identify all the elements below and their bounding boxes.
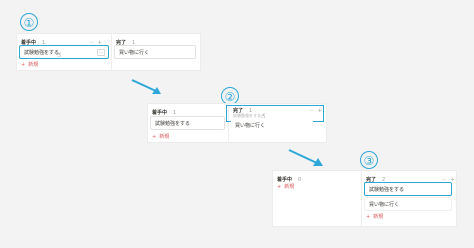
card-title: 買い物に行く — [369, 202, 400, 208]
card-shopping[interactable]: 買い物に行く — [364, 197, 452, 211]
board-panel-1: 着手中 1 ⋯ + 試験勉強をする ⋯ ☝ + 新規 完了 1 買い物に行く — [17, 34, 200, 70]
card-study[interactable]: 試験勉強をする ⋯ — [19, 45, 109, 59]
arrow-2-icon — [288, 149, 323, 166]
new-item-button[interactable]: + 新規 — [152, 133, 169, 141]
column-in-progress: 着手中 0 + 新規 — [273, 171, 360, 226]
plus-icon: + — [277, 184, 282, 190]
column-done: 完了 2 ⋯ + 試験勉強をする 買い物に行く + 新規 — [361, 171, 457, 226]
step-1-label: ① — [20, 13, 38, 31]
step-2-label: ② — [221, 87, 239, 105]
column-done: 完了 1 買い物に行く — [111, 34, 201, 70]
card-title: 買い物に行く — [235, 123, 266, 129]
plus-icon: + — [366, 214, 371, 220]
new-item-button[interactable]: + 新規 — [21, 61, 38, 69]
card-shopping[interactable]: 買い物に行く — [114, 45, 196, 59]
board-panel-3: 着手中 0 + 新規 完了 2 ⋯ + 試験勉強をする 買い物に行く + 新規 — [273, 171, 456, 226]
new-item-button[interactable]: + 新規 — [277, 183, 294, 191]
column-in-progress: 着手中 1 ⋯ + 試験勉強をする ⋯ ☝ + 新規 — [17, 34, 110, 70]
card-study[interactable]: 試験勉強をする — [364, 182, 452, 196]
arrow-1-icon — [131, 79, 161, 94]
new-item-button[interactable]: + 新規 — [366, 213, 383, 221]
column-actions[interactable]: ⋯ + — [309, 107, 323, 115]
column-done: 完了 1 ⋯ + 試験勉強をする ☝ 買い物に行く — [226, 104, 327, 142]
card-shopping[interactable]: 買い物に行く — [231, 119, 313, 133]
card-title: 試験勉強をする — [155, 121, 191, 127]
plus-icon: + — [152, 134, 157, 140]
card-title: 試験勉強をする — [369, 187, 405, 193]
column-count: 0 — [298, 177, 302, 183]
column-in-progress: 着手中 1 試験勉強をする + 新規 — [148, 104, 227, 142]
card-title: 試験勉強をする — [24, 50, 60, 56]
board-panel-2: 着手中 1 試験勉強をする + 新規 完了 1 ⋯ + 試験勉強をする ☝ 買い物に行… — [148, 104, 326, 142]
plus-icon: + — [21, 62, 26, 68]
card-study[interactable]: 試験勉強をする — [150, 116, 225, 130]
card-title: 買い物に行く — [119, 50, 150, 56]
card-menu-icon[interactable]: ⋯ — [97, 49, 105, 56]
drag-cursor-icon: ☝ — [57, 51, 62, 59]
step-3-label: ③ — [360, 151, 378, 169]
